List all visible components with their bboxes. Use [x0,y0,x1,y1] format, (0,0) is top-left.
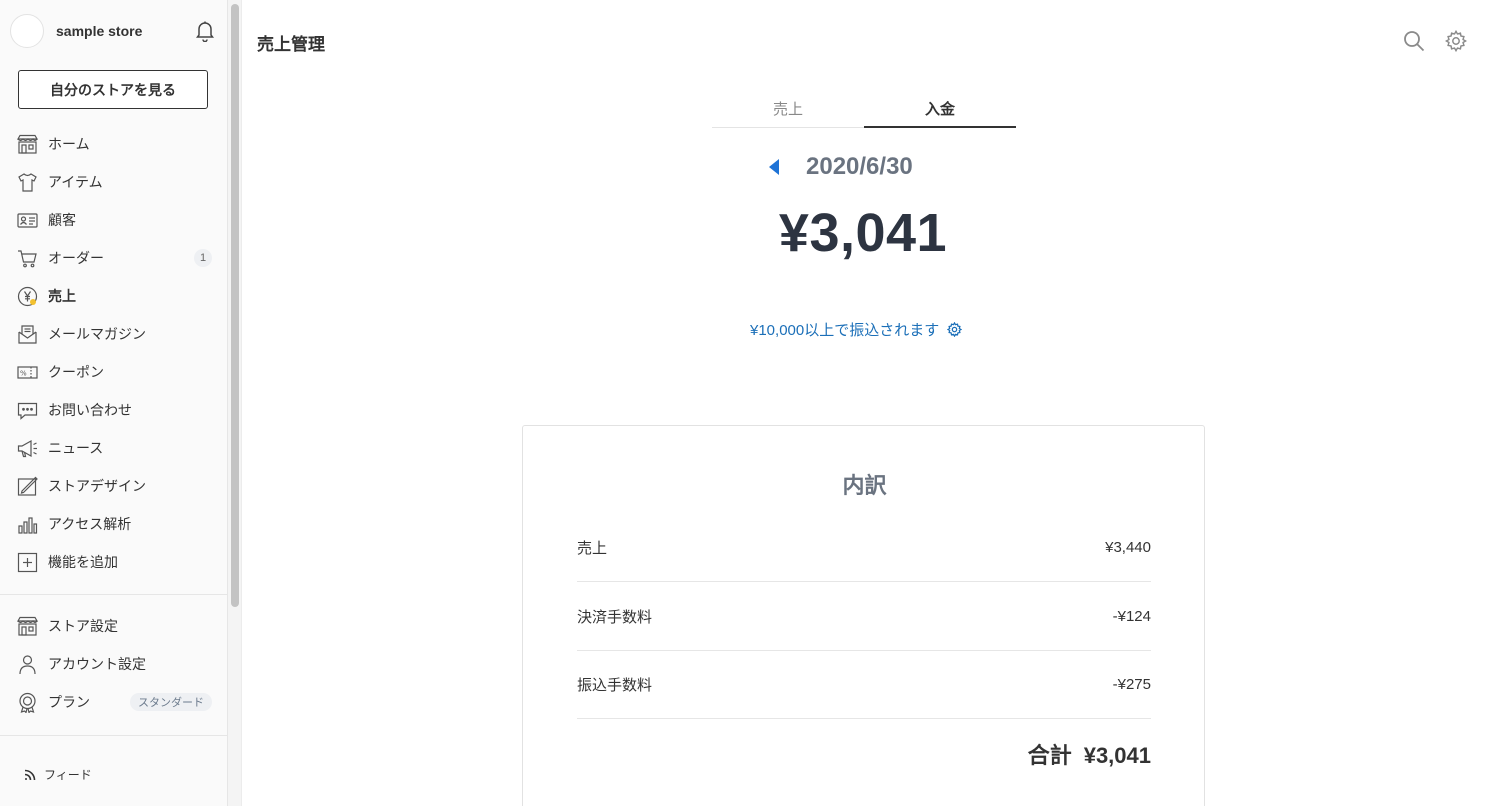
sidebar: sample store 自分のストアを見る ホーム アイテム 顧客 オーダー … [0,0,228,806]
feed-label: フィード [44,768,92,782]
feed-link[interactable]: フィード [24,766,92,783]
breakdown-total: 合計 ¥3,041 [577,738,1151,770]
medal-icon [19,692,36,713]
store-avatar[interactable] [10,14,44,48]
sidebar-item-label: アイテム [48,174,103,190]
sidebar-divider [0,594,228,595]
sidebar-item-label: 顧客 [48,212,76,228]
sidebar-item-store-design[interactable]: ストアデザイン [0,467,228,505]
date-navigator: 2020/6/30 [760,150,980,184]
rss-icon [24,769,36,780]
sidebar-item-inquiries[interactable]: お問い合わせ [0,391,228,429]
sidebar-item-label: ホーム [48,136,90,152]
sidebar-item-label: ストア設定 [48,618,118,634]
coupon-icon: % [17,365,38,379]
breakdown-row-value: ¥3,440 [1105,538,1151,556]
sidebar-item-home[interactable]: ホーム [0,125,228,163]
sidebar-item-label: オーダー [48,250,104,266]
sidebar-item-account-settings[interactable]: アカウント設定 [0,645,228,683]
sidebar-item-label: 機能を追加 [48,554,118,570]
sidebar-item-items[interactable]: アイテム [0,163,228,201]
sidebar-item-label: ストアデザイン [48,478,146,494]
sidebar-item-label: クーポン [48,364,104,380]
breakdown-card: 内訳 売上 ¥3,440 決済手数料 -¥124 振込手数料 -¥275 合計 ¥… [522,425,1205,806]
sidebar-item-newsletter[interactable]: メールマガジン [0,315,228,353]
plus-box-icon [17,552,38,572]
sidebar-item-label: メールマガジン [48,326,146,342]
svg-text:%: % [20,369,27,377]
sidebar-divider [0,735,228,736]
gear-icon[interactable] [947,322,963,337]
transfer-threshold-text: ¥10,000以上で振込されます [750,322,940,339]
shirt-icon [18,172,37,192]
sidebar-item-label: アクセス解析 [48,516,132,532]
row-divider [577,718,1151,719]
sidebar-item-news[interactable]: ニュース [0,429,228,467]
total-value: ¥3,041 [1083,743,1151,768]
sidebar-settings-nav: ストア設定 アカウント設定 プラン スタンダード [0,607,228,721]
sidebar-item-plan[interactable]: プラン スタンダード [0,683,228,721]
sidebar-item-orders[interactable]: オーダー 1 [0,239,228,277]
sidebar-item-analytics[interactable]: アクセス解析 [0,505,228,543]
breakdown-row-value: -¥124 [1112,607,1151,625]
megaphone-icon [17,439,37,457]
page-title: 売上管理 [257,35,325,54]
plan-badge: スタンダード [130,693,212,711]
sidebar-item-add-feature[interactable]: 機能を追加 [0,543,228,581]
order-count-badge: 1 [194,249,212,267]
store-icon [17,134,38,154]
bar-chart-icon [18,516,38,534]
breakdown-row-label: 振込手数料 [577,676,653,694]
breakdown-row-value: -¥275 [1112,675,1151,693]
gear-icon[interactable] [1445,30,1467,52]
sidebar-item-label: プラン [48,694,90,710]
sales-tabs: 売上 入金 [712,90,1016,128]
sidebar-item-label: ニュース [48,440,104,456]
mail-icon [18,324,37,344]
total-label: 合計 [1027,743,1072,768]
sidebar-item-label: アカウント設定 [48,656,146,672]
payout-amount: ¥3,041 [778,203,948,263]
view-store-button[interactable]: 自分のストアを見る [18,70,208,109]
chat-icon [17,402,38,420]
transfer-threshold-link[interactable]: ¥10,000以上で振込されます [750,319,963,340]
store-header: sample store [10,14,215,48]
tab-sales[interactable]: 売上 [712,90,864,127]
person-icon [19,654,36,674]
sidebar-item-sales[interactable]: 売上 [0,277,228,315]
cart-icon [18,249,37,267]
breakdown-title: 内訳 [842,473,887,498]
sidebar-item-label: 売上 [48,288,76,304]
bell-icon[interactable] [195,20,215,42]
payout-date: 2020/6/30 [806,153,913,180]
store-name: sample store [56,23,143,39]
tab-deposit[interactable]: 入金 [864,90,1016,128]
sidebar-item-label: お問い合わせ [48,402,132,418]
sidebar-item-customers[interactable]: 顧客 [0,201,228,239]
breakdown-row: 振込手数料 -¥275 [577,650,1151,718]
breakdown-row-label: 売上 [577,539,608,557]
search-icon[interactable] [1403,30,1425,52]
sidebar-item-coupon[interactable]: % クーポン [0,353,228,391]
sidebar-item-store-settings[interactable]: ストア設定 [0,607,228,645]
sidebar-scrollbar-thumb[interactable] [231,4,239,607]
prev-date-arrow-icon[interactable] [767,158,781,176]
yen-coin-icon [17,286,38,306]
design-icon [17,476,38,496]
store-icon [17,616,38,636]
breakdown-row: 決済手数料 -¥124 [577,582,1151,650]
breakdown-row-label: 決済手数料 [577,608,653,626]
sidebar-nav: ホーム アイテム 顧客 オーダー 1 売上 メールマガジン % クーポン お問い… [0,125,228,581]
id-card-icon [17,212,38,228]
breakdown-row: 売上 ¥3,440 [577,513,1151,581]
